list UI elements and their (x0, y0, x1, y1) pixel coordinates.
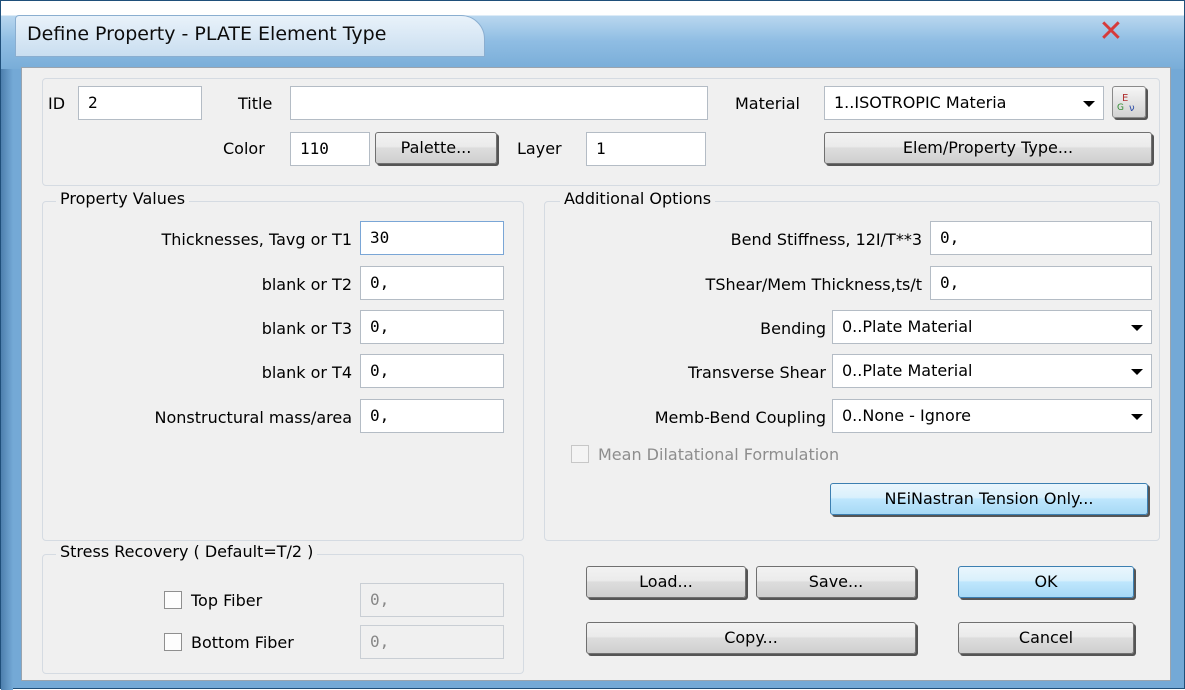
id-field[interactable]: 2 (78, 86, 202, 120)
tshear-thickness-field[interactable]: 0, (930, 266, 1152, 300)
color-field[interactable]: 110 (290, 132, 370, 166)
nonstructural-mass-field[interactable]: 0, (360, 399, 504, 433)
copy-button[interactable]: Copy... (586, 622, 916, 654)
palette-button[interactable]: Palette... (375, 132, 497, 164)
transverse-shear-select[interactable]: 0..Plate Material (832, 354, 1152, 388)
bottom-fiber-field[interactable]: 0, (360, 625, 504, 659)
mean-dilatational-checkbox[interactable] (571, 445, 589, 463)
bottom-fiber-label: Bottom Fiber (191, 633, 294, 652)
material-label: Material (735, 94, 800, 113)
layer-field[interactable]: 1 (586, 132, 706, 166)
property-label-t4: blank or T4 (261, 363, 352, 382)
thickness-t2-field[interactable]: 0, (360, 266, 504, 300)
memb-bend-coupling-select-value: 0..None - Ignore (842, 406, 971, 425)
svg-text:G: G (1117, 103, 1124, 113)
stress-recovery-title: Stress Recovery ( Default=T/2 ) (56, 542, 318, 561)
close-icon[interactable]: ✕ (1093, 17, 1129, 47)
chevron-down-icon (1083, 101, 1095, 107)
property-label-nsm: Nonstructural mass/area (154, 408, 352, 427)
property-label-t3: blank or T3 (261, 319, 352, 338)
title-bar[interactable]: Define Property - PLATE Element Type ✕ (1, 1, 1184, 69)
chevron-down-icon (1131, 414, 1143, 420)
chevron-down-icon (1131, 369, 1143, 375)
bottom-fiber-checkbox[interactable] (164, 633, 182, 651)
window-frame-left (1, 69, 13, 690)
transverse-shear-select-value: 0..Plate Material (842, 361, 973, 380)
dialog-client-area: ID 2 Title Material 1..ISOTROPIC Materia… (21, 67, 1171, 681)
mean-dilatational-label: Mean Dilatational Formulation (598, 445, 840, 464)
transverse-shear-label: Transverse Shear (688, 363, 826, 382)
title-field[interactable] (290, 86, 708, 120)
layer-label: Layer (517, 139, 562, 158)
bending-select-value: 0..Plate Material (842, 317, 973, 336)
property-label-t2: blank or T2 (261, 275, 352, 294)
bending-select[interactable]: 0..Plate Material (832, 310, 1152, 344)
additional-options-title: Additional Options (560, 189, 716, 208)
dialog-window: Define Property - PLATE Element Type ✕ I… (0, 0, 1185, 690)
window-title: Define Property - PLATE Element Type (27, 23, 387, 45)
thickness-t3-field[interactable]: 0, (360, 310, 504, 344)
property-values-title: Property Values (56, 189, 190, 208)
memb-bend-coupling-label: Memb-Bend Coupling (654, 408, 826, 427)
property-label-t1: Thicknesses, Tavg or T1 (161, 230, 352, 249)
tshear-thickness-label: TShear/Mem Thickness,ts/t (705, 275, 922, 294)
ok-button[interactable]: OK (958, 566, 1134, 598)
chevron-down-icon (1131, 325, 1143, 331)
thickness-t4-field[interactable]: 0, (360, 354, 504, 388)
bend-stiffness-field[interactable]: 0, (930, 221, 1152, 255)
top-fiber-checkbox[interactable] (164, 591, 182, 609)
top-fiber-field[interactable]: 0, (360, 583, 504, 617)
memb-bend-coupling-select[interactable]: 0..None - Ignore (832, 399, 1152, 433)
material-editor-icon[interactable]: E G ν (1112, 86, 1146, 118)
title-label: Title (238, 94, 273, 113)
id-label: ID (48, 94, 66, 113)
thickness-t1-field[interactable]: 30 (360, 221, 504, 255)
material-select-value: 1..ISOTROPIC Materia (834, 93, 1007, 112)
top-fiber-label: Top Fiber (191, 591, 263, 610)
cancel-button[interactable]: Cancel (958, 622, 1134, 654)
material-select[interactable]: 1..ISOTROPIC Materia (824, 86, 1104, 120)
neinastran-tension-button[interactable]: NEiNastran Tension Only... (830, 483, 1148, 515)
color-label: Color (223, 139, 265, 158)
bend-stiffness-label: Bend Stiffness, 12I/T**3 (730, 230, 922, 249)
bending-label: Bending (760, 319, 826, 338)
elem-property-type-button[interactable]: Elem/Property Type... (824, 132, 1152, 164)
load-button[interactable]: Load... (586, 566, 746, 598)
svg-text:ν: ν (1129, 103, 1135, 114)
save-button[interactable]: Save... (756, 566, 916, 598)
